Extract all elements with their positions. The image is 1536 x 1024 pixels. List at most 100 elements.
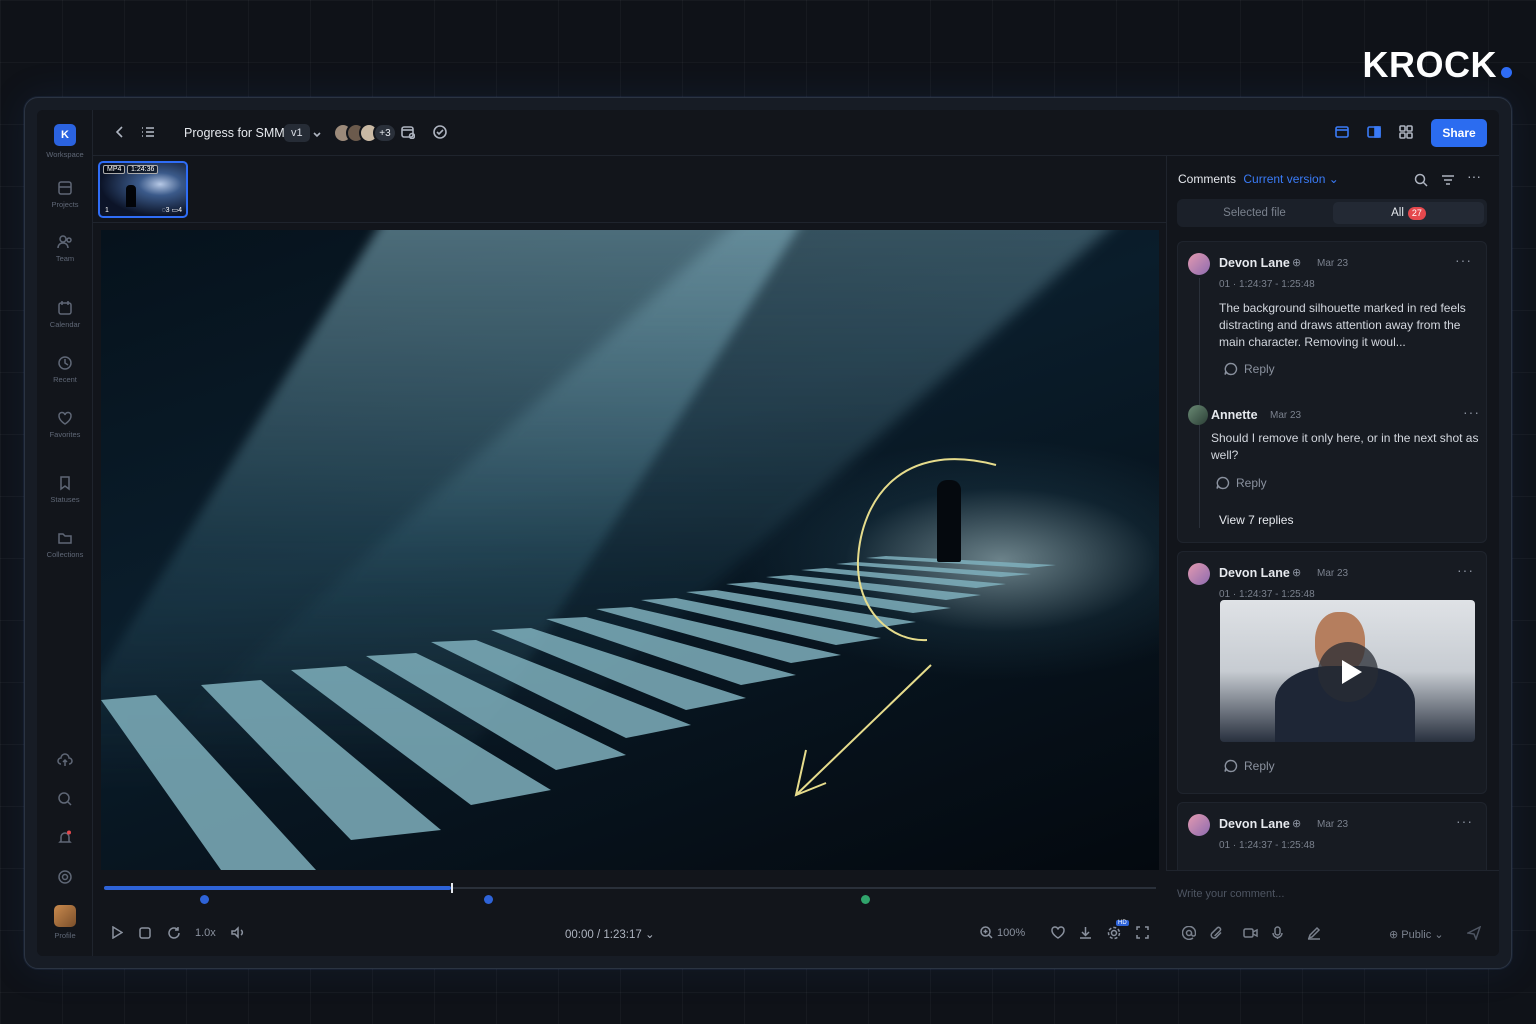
comment-menu-button[interactable]: ···	[1463, 404, 1480, 420]
gear-icon	[1107, 926, 1121, 940]
comment-composer: Write your comment... ⊕ Public ⌄	[1166, 870, 1499, 956]
panel-header: Comments Current version ⌄	[1178, 172, 1339, 186]
comment-timecode[interactable]: 01 · 1:24:37 - 1:25:48	[1219, 589, 1315, 600]
layout-grid-button[interactable]	[1399, 125, 1413, 144]
version-dropdown-button[interactable]	[312, 127, 322, 145]
back-button[interactable]	[113, 125, 127, 144]
sidebar-item-profile[interactable]: Profile	[37, 905, 93, 940]
schedule-button[interactable]	[401, 125, 416, 144]
help-button[interactable]	[37, 869, 93, 885]
list-view-button[interactable]	[141, 125, 155, 144]
tab-selected-file[interactable]: Selected file	[1177, 199, 1332, 227]
more-collaborators-count: +3	[373, 123, 397, 143]
comment-text: Should I remove it only here, or in the …	[1211, 431, 1479, 462]
layout-sidebar-button[interactable]	[1367, 125, 1381, 144]
stop-button[interactable]	[139, 926, 151, 944]
reply-button[interactable]: Reply	[1224, 759, 1275, 773]
bookmark-icon	[60, 476, 70, 491]
send-button[interactable]	[1465, 925, 1482, 945]
download-button[interactable]	[1079, 926, 1092, 944]
sidebar-item-calendar[interactable]: Calendar	[37, 300, 93, 329]
sidebar-item-workspace[interactable]: K Workspace	[37, 124, 93, 159]
reply-button[interactable]: Reply	[1216, 476, 1267, 490]
comment-author: Devon Lane	[1219, 817, 1290, 831]
filter-icon	[1442, 175, 1454, 185]
video-player[interactable]	[101, 230, 1159, 870]
hd-badge: HD	[1116, 920, 1129, 926]
comment-timecode[interactable]: 01 · 1:24:37 - 1:25:48	[1219, 840, 1315, 851]
sidebar-item-statuses[interactable]: Statuses	[37, 475, 93, 504]
favorite-button[interactable]	[1051, 926, 1065, 944]
draw-button[interactable]	[1307, 926, 1321, 945]
view-replies-link[interactable]: View 7 replies	[1219, 513, 1293, 527]
page-title: Progress for SMM	[184, 126, 285, 140]
comment-date: Mar 23	[1270, 410, 1302, 421]
clock-icon	[58, 356, 72, 370]
approve-button[interactable]	[433, 125, 447, 144]
comment-input[interactable]: Write your comment...	[1177, 888, 1284, 900]
quality-settings-button[interactable]	[1107, 926, 1121, 945]
zoom-button[interactable]	[980, 926, 993, 944]
avatar	[54, 905, 76, 927]
file-thumbnail[interactable]: MP4 1:24:36 1 ◌3 ▭4	[98, 161, 188, 218]
divider	[93, 222, 1167, 223]
mention-button[interactable]	[1181, 925, 1197, 945]
comment-date: Mar 23	[1317, 568, 1349, 579]
comment-menu-button[interactable]: ···	[1456, 813, 1473, 829]
notifications-button[interactable]	[37, 830, 93, 846]
tab-all[interactable]: All 27	[1333, 202, 1484, 224]
timeline-scrubber[interactable]	[104, 883, 1156, 893]
volume-button[interactable]	[231, 926, 245, 944]
sidebar-item-label: Team	[55, 254, 75, 263]
speed-select[interactable]: 1.0x	[195, 927, 216, 939]
sidebar-item-favorites[interactable]: Favorites	[37, 410, 93, 439]
comment-date: Mar 23	[1317, 258, 1349, 269]
download-icon	[1080, 927, 1091, 939]
approved-marker[interactable]	[861, 895, 870, 904]
video-record-button[interactable]	[1243, 926, 1258, 945]
search-icon	[58, 792, 72, 806]
more-options-button[interactable]: ···	[1467, 168, 1481, 184]
check-circle-icon	[433, 125, 447, 139]
share-button[interactable]: Share	[1431, 119, 1487, 147]
comment-menu-button[interactable]: ···	[1457, 562, 1474, 578]
help-circle-icon	[58, 870, 72, 884]
count-badge: 27	[1407, 207, 1426, 220]
list-icon	[142, 127, 154, 137]
sidebar-item-projects[interactable]: Projects	[37, 180, 93, 209]
version-filter[interactable]: Current version ⌄	[1243, 172, 1338, 186]
voice-record-button[interactable]	[1271, 926, 1284, 945]
fullscreen-icon	[1136, 926, 1149, 939]
search-button[interactable]	[37, 791, 93, 807]
playhead[interactable]	[451, 883, 454, 893]
avatar	[1188, 563, 1210, 585]
sidebar-item-team[interactable]: Team	[37, 234, 93, 263]
sidebar-item-recent[interactable]: Recent	[37, 355, 93, 384]
fullscreen-button[interactable]	[1136, 926, 1149, 944]
zoom-in-icon	[980, 926, 993, 939]
reply-button[interactable]: Reply	[1224, 362, 1275, 376]
collaborator-avatars[interactable]: +3	[333, 123, 397, 143]
comment-timecode[interactable]: 01 · 1:24:37 - 1:25:48	[1219, 279, 1315, 290]
layout-single-button[interactable]	[1335, 125, 1349, 144]
search-comments-button[interactable]	[1414, 173, 1428, 192]
comment-author: Devon Lane	[1219, 256, 1290, 270]
chevron-down-icon: ⌄	[1434, 929, 1444, 941]
comment-marker[interactable]	[484, 895, 493, 904]
play-icon[interactable]	[1318, 642, 1378, 702]
bell-icon	[58, 830, 72, 843]
version-select[interactable]: v1	[284, 124, 310, 142]
play-button[interactable]	[111, 925, 124, 944]
loop-button[interactable]	[167, 926, 180, 944]
video-attachment[interactable]	[1220, 600, 1475, 742]
sidebar-item-collections[interactable]: Collections	[37, 530, 93, 559]
attach-button[interactable]	[1209, 926, 1223, 945]
upload-button[interactable]	[37, 752, 93, 768]
comment-marker[interactable]	[200, 895, 209, 904]
at-sign-icon	[1181, 925, 1197, 941]
time-display[interactable]: 00:00 / 1:23:17 ⌄	[565, 927, 655, 941]
comment-menu-button[interactable]: ···	[1455, 252, 1472, 268]
filter-button[interactable]	[1441, 173, 1455, 192]
duration-tag: 1:24:36	[127, 165, 159, 174]
visibility-select[interactable]: ⊕ Public ⌄	[1389, 928, 1444, 941]
